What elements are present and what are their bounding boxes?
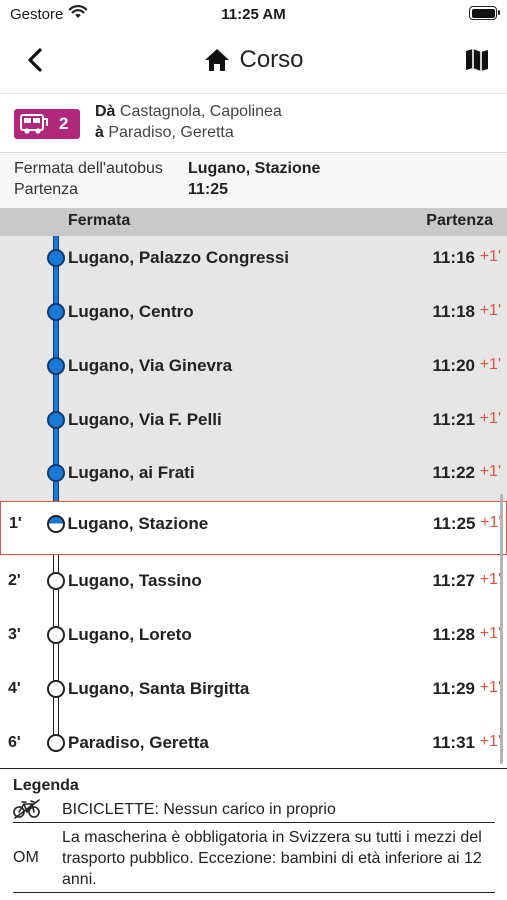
stop-name: Lugano, Centro [68,302,194,321]
stop-row[interactable]: Lugano, Via Ginevra 11:20 +1' [0,343,507,397]
minutes-to-stop: 2' [8,572,21,589]
stop-time: 11:20 [432,356,475,375]
stop-time: 11:22 [432,463,475,482]
stop-name: Lugano, Loreto [68,625,192,644]
stop-delay: +1' [479,733,501,750]
map-icon [466,49,488,71]
stop-marker [47,572,65,590]
stops-list[interactable]: Lugano, Palazzo Congressi 11:16 +1' Luga… [0,236,507,768]
route-to-name: Paradiso, Geretta [108,124,234,141]
route-destination: à Paradiso, Geretta [95,124,234,142]
stop-name: Lugano, Via Ginevra [68,356,233,375]
navigation-bar: Corso [0,30,507,94]
route-header: 2 Dà Castagnola, Capolinea à Paradiso, G… [0,95,507,153]
stop-row[interactable]: Lugano, Via F. Pelli 11:21 +1' [0,397,507,451]
stop-row[interactable]: 2' Lugano, Tassino 11:27 +1' [0,558,507,612]
legend-text: La mascherina è obbligatoria in Svizzera… [62,829,482,888]
departure-value: 11:25 [188,181,229,198]
status-time: 11:25 AM [221,6,286,23]
stop-delay: +1' [480,514,502,531]
departure-label: Partenza [14,181,79,198]
stop-marker [47,411,65,429]
line-number: 2 [59,114,69,133]
stop-row[interactable]: 4' Lugano, Santa Birgitta 11:29 +1' [0,666,507,720]
stop-marker [47,734,65,752]
stop-name: Lugano, Stazione [67,514,209,533]
stop-name: Lugano, Tassino [68,571,202,590]
stop-delay: +1' [479,356,501,373]
legend-title: Legenda [13,777,79,794]
scrollbar[interactable] [500,494,503,764]
legend-text: BICICLETTE: Nessun carico in proprio [62,801,336,818]
page-title: Corso [239,46,304,73]
bus-icon [20,114,48,134]
stop-marker-current [46,515,65,533]
stop-name: Lugano, Via F. Pelli [68,410,222,429]
stop-delay: +1' [479,248,501,265]
stop-time: 11:18 [432,302,475,321]
route-to-prefix: à [95,124,104,141]
stop-time: 11:27 [432,571,475,590]
stop-row[interactable]: Lugano, Palazzo Congressi 11:16 +1' [0,235,507,289]
stop-marker [47,680,65,698]
stop-name: Lugano, Palazzo Congressi [68,248,290,267]
stop-delay: +1' [479,679,501,696]
legend-item: OM La mascherina è obbligatoria in Svizz… [13,825,495,893]
stop-time: 11:31 [432,733,475,752]
stop-name: Paradiso, Geretta [68,733,209,752]
route-from-prefix: Dà [95,103,116,120]
stop-time: 11:28 [432,625,475,644]
route-from-name: Castagnola, Capolinea [119,103,282,120]
stop-info: Fermata dell'autobus Lugano, Stazione Pa… [0,154,507,208]
column-departure-header: Partenza [426,212,493,229]
stop-time: 11:25 [432,514,476,533]
stop-row[interactable]: Lugano, Centro 11:18 +1' [0,289,507,343]
stop-row-current[interactable]: 1' Lugano, Stazione 11:25 +1' [0,501,507,555]
stop-marker [47,626,65,644]
table-header: Fermata Partenza [0,208,507,236]
stop-marker [47,464,65,482]
battery-icon [469,6,500,20]
stop-name: Lugano, Santa Birgitta [68,679,250,698]
minutes-to-stop: 4' [8,680,21,697]
stop-delay: +1' [479,463,501,480]
stop-time: 11:29 [432,679,475,698]
legend-item: BICICLETTE: Nessun carico in proprio [13,799,495,823]
status-bar: Gestore 11:25 AM [0,0,507,30]
stop-time: 11:21 [432,410,475,429]
column-stop-header: Fermata [68,212,131,229]
stop-name: Lugano, ai Frati [68,463,195,482]
stop-delay: +1' [479,302,501,319]
stop-row[interactable]: Lugano, ai Frati 11:22 +1' [0,450,507,504]
stop-row[interactable]: 3' Lugano, Loreto 11:28 +1' [0,612,507,666]
minutes-to-stop: 3' [8,626,21,643]
route-origin: Dà Castagnola, Capolinea [95,103,282,121]
stop-label: Fermata dell'autobus [14,160,163,177]
stop-delay: +1' [479,410,501,427]
legend: Legenda BICICLETTE: Nessun carico in pro… [0,768,507,900]
stop-delay: +1' [479,625,501,642]
stop-marker [47,357,65,375]
minutes-to-stop: 1' [9,515,22,532]
bicycle-icon [13,799,40,819]
home-icon [205,49,230,71]
legend-code: OM [13,849,39,866]
line-badge: 2 [14,109,80,139]
map-button[interactable] [463,46,491,74]
minutes-to-stop: 6' [8,734,21,751]
stop-marker [47,303,65,321]
stop-marker [47,249,65,267]
stop-value: Lugano, Stazione [188,160,321,177]
stop-row[interactable]: 6' Paradiso, Geretta 11:31 +1' [0,720,507,774]
stop-delay: +1' [479,571,501,588]
stop-time: 11:16 [432,248,475,267]
